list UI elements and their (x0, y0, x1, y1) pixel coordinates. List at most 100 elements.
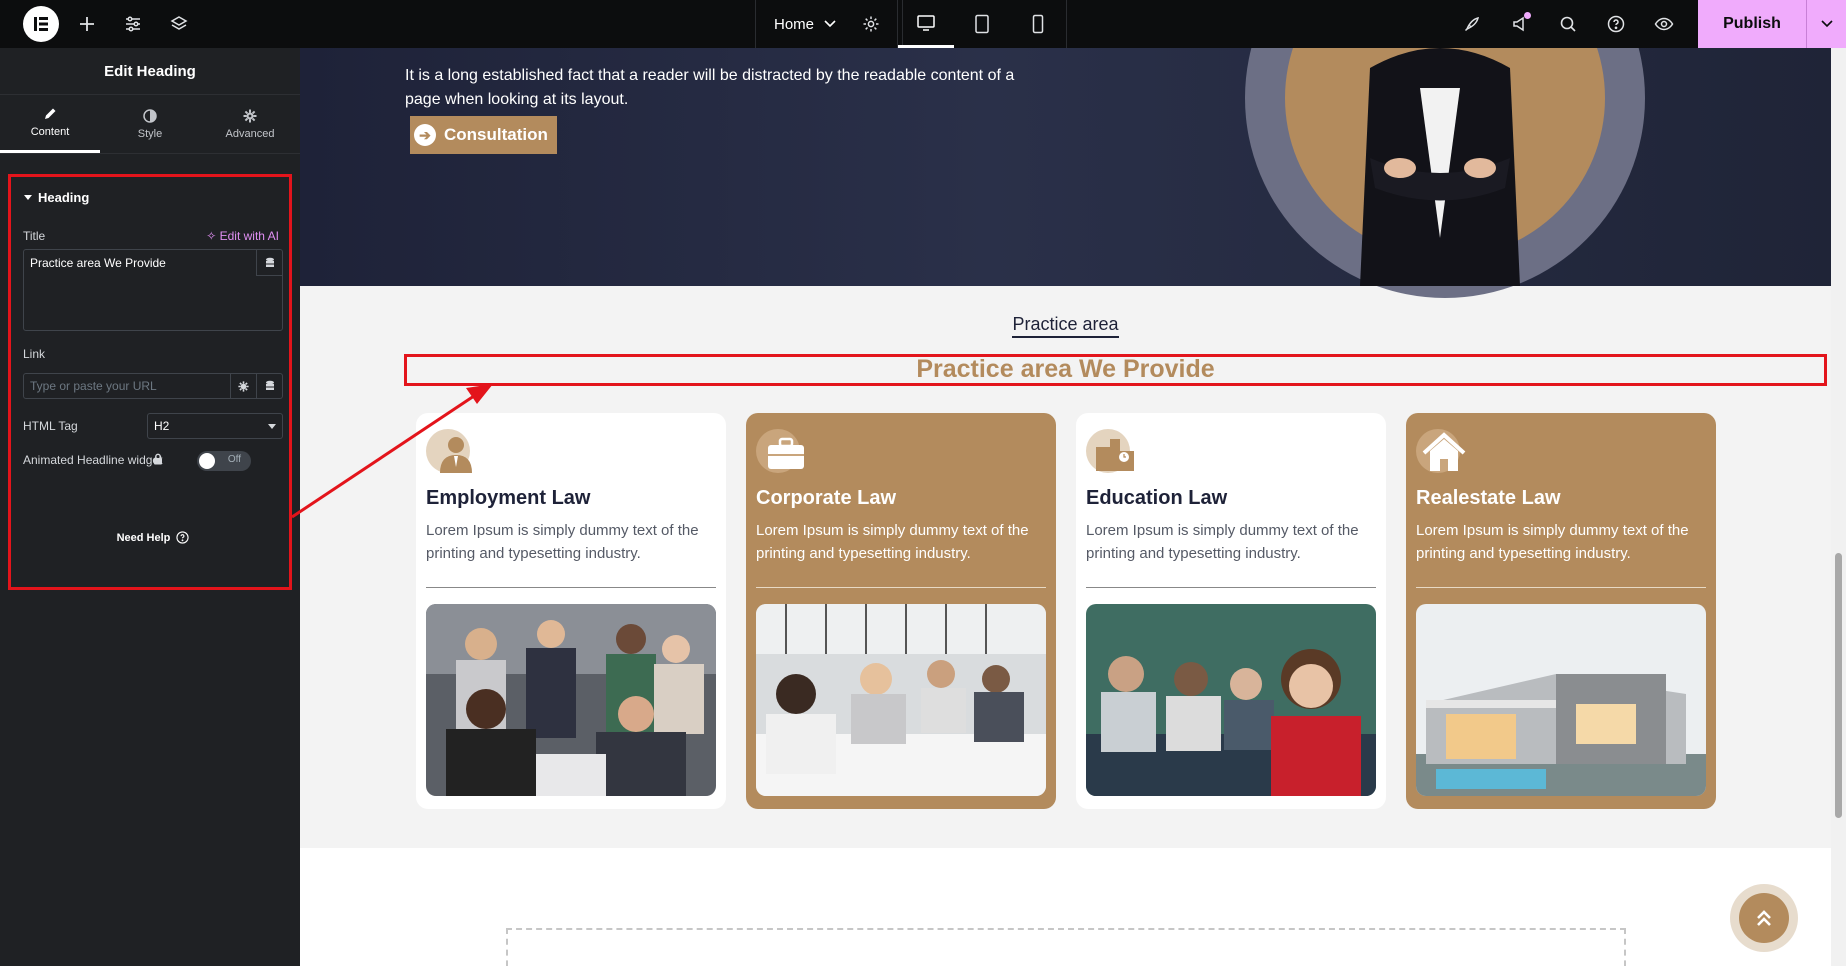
right-toolbar: Publish (1448, 0, 1846, 48)
link-dynamic-tags-icon[interactable] (256, 374, 282, 398)
search-icon[interactable] (1544, 0, 1592, 48)
practice-card[interactable]: Corporate Law Lorem Ipsum is simply dumm… (746, 413, 1056, 809)
practice-cards: Employment Law Lorem Ipsum is simply dum… (416, 413, 1716, 809)
panel-title: Edit Heading (0, 48, 300, 95)
edit-with-ai-link[interactable]: ✧ Edit with AI (206, 229, 279, 243)
arrow-right-circle-icon: ➔ (414, 124, 436, 146)
toggle-knob (199, 453, 215, 469)
practice-card[interactable]: Realestate Law Lorem Ipsum is simply dum… (1406, 413, 1716, 809)
elementor-logo-icon[interactable] (23, 6, 59, 42)
structure-layers-icon[interactable] (156, 0, 202, 48)
pencil-icon (45, 108, 56, 119)
tab-content[interactable]: Content (0, 95, 100, 153)
panel-tabs: Content Style Advanced (0, 95, 300, 154)
card-description: Lorem Ipsum is simply dummy text of the … (1416, 522, 1689, 562)
title-label: Title (23, 229, 46, 243)
tab-advanced[interactable]: Advanced (200, 95, 300, 153)
modern-house-photo (1416, 604, 1706, 796)
contrast-icon (143, 108, 157, 123)
card-title: Corporate Law (756, 487, 897, 509)
select-caret-icon (268, 424, 276, 429)
corporate-meeting-photo (756, 604, 1046, 796)
scroll-to-top-button[interactable] (1730, 884, 1798, 952)
mobile-view-icon[interactable] (1010, 0, 1066, 48)
card-title: Education Law (1086, 487, 1228, 509)
card-title: Realestate Law (1416, 487, 1561, 509)
editor-panel: Edit Heading Content Style Advanced Head… (0, 48, 300, 966)
scroll-thumb[interactable] (1835, 553, 1842, 818)
need-help-link[interactable]: Need Help (11, 531, 295, 544)
link-url-input[interactable]: Type or paste your URL (23, 373, 283, 399)
link-placeholder: Type or paste your URL (30, 379, 157, 393)
add-element-icon[interactable] (64, 0, 110, 48)
title-value: Practice area We Provide (30, 256, 166, 270)
card-divider (1086, 587, 1376, 588)
tablet-view-icon[interactable] (954, 0, 1010, 48)
rocket-icon[interactable] (1448, 0, 1496, 48)
lock-icon (154, 453, 162, 465)
notifications-megaphone-icon[interactable] (1496, 0, 1544, 48)
page-name: Home (774, 15, 815, 33)
top-bar: Home Publish (0, 0, 1846, 48)
device-switcher (897, 0, 1067, 48)
html-tag-label: HTML Tag (23, 419, 78, 433)
publish-button-group: Publish (1698, 0, 1846, 48)
practice-card[interactable]: Employment Law Lorem Ipsum is simply dum… (416, 413, 726, 809)
section-toggle[interactable]: Heading (24, 190, 89, 205)
card-description: Lorem Ipsum is simply dummy text of the … (426, 522, 699, 562)
tab-style[interactable]: Style (100, 95, 200, 153)
html-tag-select[interactable]: H2 (147, 413, 283, 439)
edit-with-ai-label: Edit with AI (219, 229, 279, 243)
caret-down-icon (24, 194, 32, 200)
publish-options-chevron-icon[interactable] (1806, 0, 1846, 48)
hero-section: It is a long established fact that a rea… (300, 48, 1831, 298)
help-icon[interactable] (1592, 0, 1640, 48)
school-icon (1086, 429, 1134, 473)
page-settings-gear-icon[interactable] (854, 0, 888, 48)
consultation-label: Consultation (444, 125, 548, 144)
need-help-label: Need Help (116, 531, 171, 544)
canvas-scrollbar[interactable] (1831, 48, 1846, 966)
hero-description: It is a long established fact that a rea… (405, 67, 1015, 108)
page-canvas: It is a long established fact that a rea… (300, 48, 1831, 966)
page-selector[interactable]: Home (756, 0, 854, 48)
employee-icon (426, 429, 472, 473)
dynamic-tags-icon[interactable] (256, 250, 282, 276)
preview-eye-icon[interactable] (1640, 0, 1688, 48)
consultation-button[interactable]: ➔ Consultation (410, 116, 557, 154)
card-description: Lorem Ipsum is simply dummy text of the … (756, 522, 1029, 562)
html-tag-value: H2 (154, 419, 170, 433)
add-section-dropzone[interactable] (506, 928, 1626, 966)
title-textarea[interactable]: Practice area We Provide (23, 249, 283, 331)
animated-headline-toggle[interactable]: Off (197, 451, 251, 471)
house-icon (1416, 429, 1466, 473)
card-divider (426, 587, 716, 588)
desktop-view-icon[interactable] (898, 0, 954, 48)
tab-label: Advanced (225, 127, 275, 140)
heading-highlight-box (404, 354, 1827, 386)
card-title: Employment Law (426, 487, 591, 509)
double-chevron-up-icon (1739, 893, 1789, 943)
card-divider (756, 587, 1046, 588)
ai-sparkle-icon: ✧ (206, 229, 217, 243)
card-divider (1416, 587, 1706, 588)
site-settings-icon[interactable] (110, 0, 156, 48)
gear-icon (243, 109, 257, 122)
question-circle-icon (176, 531, 190, 544)
briefcase-icon (756, 429, 804, 473)
toggle-state: Off (227, 454, 241, 465)
chevron-down-icon (824, 20, 836, 28)
publish-button[interactable]: Publish (1698, 15, 1806, 33)
link-label: Link (23, 347, 46, 361)
link-options-gear-icon[interactable] (230, 374, 256, 398)
section-subtitle[interactable]: Practice area (300, 314, 1831, 338)
practice-card[interactable]: Education Law Lorem Ipsum is simply dumm… (1076, 413, 1386, 809)
section-title: Heading (38, 190, 90, 205)
students-classroom-photo (1086, 604, 1376, 796)
card-description: Lorem Ipsum is simply dummy text of the … (1086, 522, 1359, 562)
section-subtitle-text: Practice area (1012, 314, 1119, 338)
page-selector-group: Home (755, 0, 904, 48)
lawyer-woman-image (1360, 48, 1520, 286)
heading-section: Heading Title ✧ Edit with AI Practice ar… (8, 174, 292, 590)
animated-headline-label: Animated Headline widget (23, 453, 163, 467)
